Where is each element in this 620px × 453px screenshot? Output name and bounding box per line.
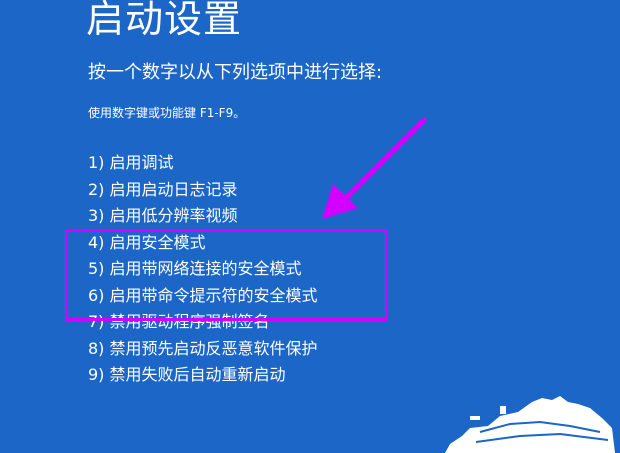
watermark-logo-icon [445, 396, 615, 453]
startup-settings-screen: 启动设置 按一个数字以从下列选项中进行选择: 使用数字键或功能键 F1-F9。 … [0, 0, 620, 453]
arrow-down-left-icon [322, 117, 427, 219]
